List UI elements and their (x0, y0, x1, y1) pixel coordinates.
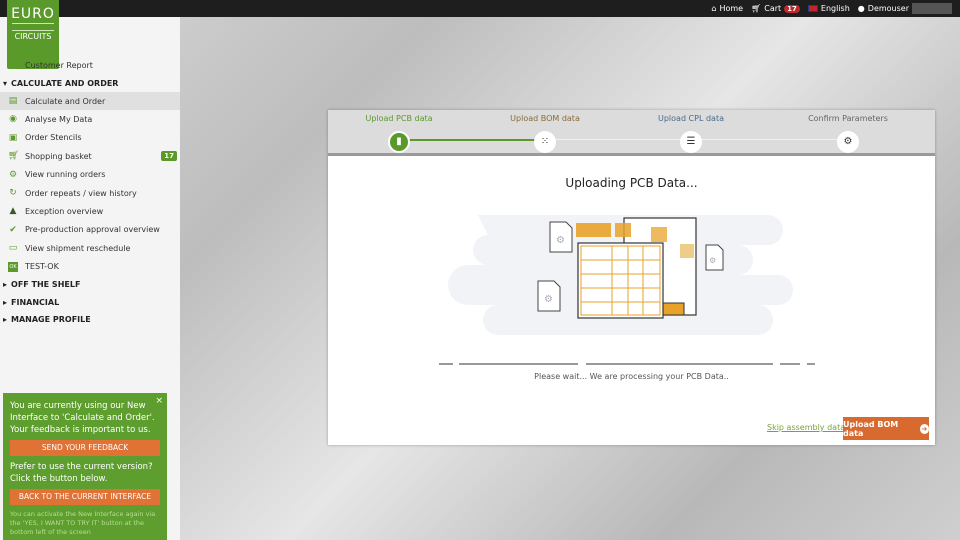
cart-icon: 🛒︎ (8, 151, 20, 162)
list-icon: ☰ (680, 131, 702, 153)
sidebar-item-test-ok[interactable]: OK TEST-OK (0, 257, 180, 275)
svg-text:⚙: ⚙ (544, 294, 553, 305)
section-financial[interactable]: ▸ FINANCIAL (0, 293, 180, 311)
caret-right-icon: ▸ (3, 280, 8, 290)
ok-icon: OK (8, 261, 18, 272)
sidebar-item-customer-report[interactable]: ▦ Customer Report (0, 56, 180, 74)
upload-bom-button[interactable]: Upload BOM data ➜ (843, 417, 929, 440)
cogs-icon: ⚙ (837, 131, 859, 153)
skip-assembly-link[interactable]: Skip assembly data (767, 423, 845, 432)
caret-right-icon: ▸ (3, 297, 8, 307)
sidebar-item-order-repeats[interactable]: ↻ Order repeats / view history (0, 184, 180, 202)
section-calculate-and-order[interactable]: ▾ CALCULATE AND ORDER (0, 74, 180, 92)
user-menu[interactable]: ● Demouser (858, 3, 952, 14)
sidebar-item-shopping-basket[interactable]: 🛒︎ Shopping basket 17 (0, 147, 180, 165)
file-icon: ▮ (388, 131, 410, 153)
wizard-title: Uploading PCB Data... (565, 176, 698, 190)
eye-icon: ◉ (9, 114, 17, 125)
calendar-icon: ▭ (8, 243, 18, 254)
arrow-right-icon: ➜ (919, 423, 929, 434)
home-link[interactable]: ⌂ Home (711, 4, 743, 13)
top-bar: ⌂ Home 🛒︎ Cart 17 English ● Demouser (0, 0, 960, 17)
sidebar-item-calculate-and-order[interactable]: ▤ Calculate and Order (0, 91, 180, 111)
feedback-note: You can activate the New Interface again… (10, 510, 156, 536)
gears-icon: ⚙ (8, 169, 18, 180)
feedback-text: You are currently using our New Interfac… (10, 401, 155, 435)
close-icon[interactable]: × (155, 395, 163, 407)
calculator-icon: ▤ (8, 96, 18, 107)
wizard-steps: Upload PCB data ▮ Upload BOM data ⁙ Upload… (328, 110, 935, 156)
basket-count-badge: 17 (161, 151, 177, 162)
section-manage-profile[interactable]: ▸ MANAGE PROFILE (0, 311, 180, 329)
sidebar-item-shipment-reschedule[interactable]: ▭ View shipment reschedule (0, 239, 180, 257)
refresh-icon: ↻ (9, 188, 17, 199)
processing-illustration: ⚙ ⚙ ⚙ (448, 215, 793, 335)
warning-icon: ▲ (9, 206, 17, 217)
processing-message: Please wait... We are processing your PC… (534, 372, 729, 381)
sidebar-item-analyse-my-data[interactable]: ◉ Analyse My Data (0, 110, 180, 128)
caret-down-icon: ▾ (3, 78, 8, 88)
back-to-current-interface-button[interactable]: BACK TO THE CURRENT INTERFACE (10, 489, 160, 505)
stencil-icon: ▣ (8, 132, 18, 143)
svg-text:⚙: ⚙ (556, 235, 565, 246)
send-feedback-button[interactable]: SEND YOUR FEEDBACK (10, 440, 160, 456)
cart-icon: 🛒︎ (751, 4, 762, 13)
cart-badge: 17 (784, 4, 800, 13)
cart-link[interactable]: 🛒︎ Cart 17 (751, 4, 800, 13)
home-icon: ⌂ (711, 4, 717, 13)
sidebar-item-exception-overview[interactable]: ▲ Exception overview (0, 202, 180, 220)
step-upload-cpl[interactable]: Upload CPL data ☰ (616, 114, 766, 153)
upload-wizard: Upload PCB data ▮ Upload BOM data ⁙ Upload… (328, 110, 935, 445)
username-redacted (912, 3, 952, 14)
caret-right-icon: ▸ (3, 315, 8, 325)
section-off-the-shelf[interactable]: ▸ OFF THE SHELF (0, 276, 180, 294)
svg-text:⚙: ⚙ (709, 256, 716, 265)
sidebar-item-pre-production-approval[interactable]: ✔ Pre-production approval overview (0, 221, 180, 239)
step-upload-bom[interactable]: Upload BOM data ⁙ (470, 114, 620, 153)
shield-check-icon: ✔ (9, 224, 17, 235)
step-confirm-parameters[interactable]: Confirm Parameters ⚙ (773, 114, 923, 153)
step-upload-pcb[interactable]: Upload PCB data ▮ (324, 114, 474, 153)
uk-flag-icon (807, 5, 818, 12)
feedback-panel: × You are currently using our New Interf… (3, 393, 167, 540)
sidebar-item-view-running-orders[interactable]: ⚙ View running orders (0, 165, 180, 183)
language-selector[interactable]: English (807, 4, 850, 13)
user-icon: ● (857, 4, 865, 13)
grid-icon: ⁙ (534, 131, 556, 153)
report-icon: ▦ (8, 60, 18, 71)
prefer-text: Prefer to use the current version? Click… (10, 462, 153, 484)
sidebar-item-order-stencils[interactable]: ▣ Order Stencils (0, 129, 180, 147)
